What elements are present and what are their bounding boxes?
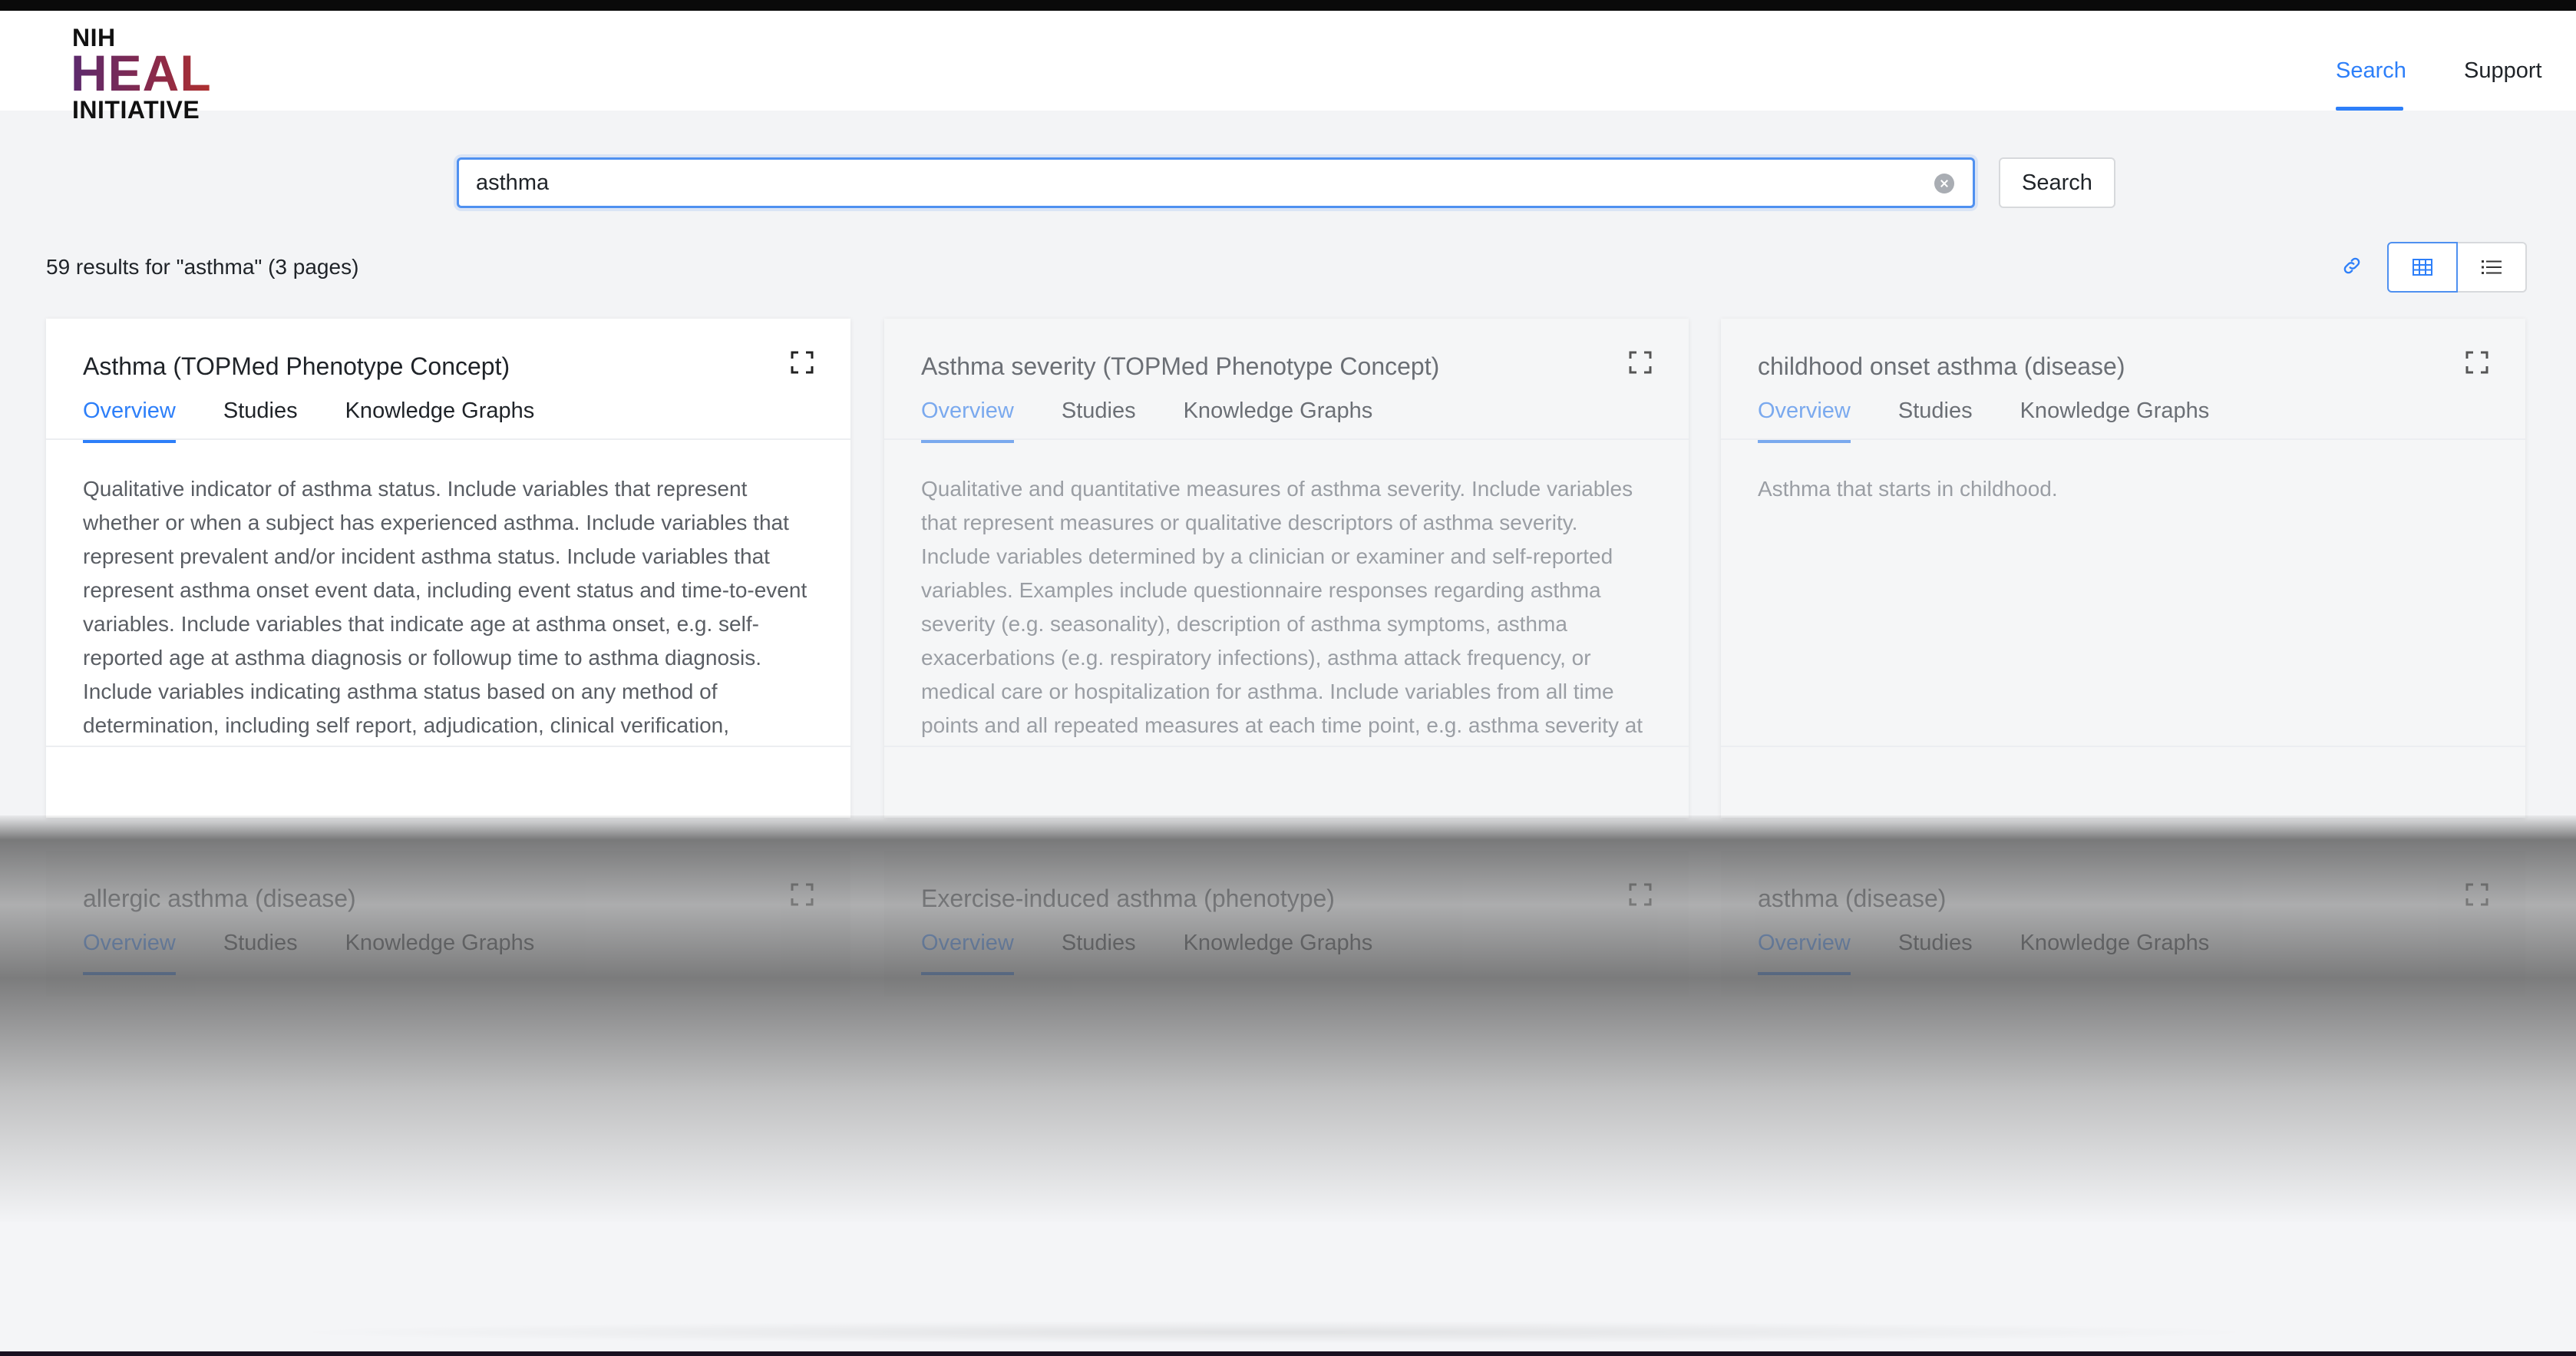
search-input[interactable]: [476, 167, 1919, 198]
results-summary: 59 results for "asthma" (3 pages): [46, 255, 359, 279]
divider: [46, 438, 850, 440]
card-title[interactable]: Asthma severity (TOPMed Phenotype Concep…: [921, 349, 1439, 383]
card-description: Asthma that starts in childhood.: [1758, 477, 2058, 501]
card-tabs: Overview Studies Knowledge Graphs: [83, 928, 535, 975]
list-view-button[interactable]: [2458, 242, 2527, 293]
top-edge-bar: [0, 0, 2576, 11]
result-card[interactable]: childhood onset asthma (disease) Overvie…: [1721, 319, 2525, 818]
list-icon: [2482, 260, 2502, 274]
tab-overview[interactable]: Overview: [83, 928, 176, 975]
divider: [884, 438, 1689, 440]
tab-studies[interactable]: Studies: [1898, 928, 1973, 966]
tab-studies[interactable]: Studies: [223, 928, 298, 966]
divider: [1721, 438, 2525, 440]
tab-overview[interactable]: Overview: [1758, 395, 1851, 443]
result-card[interactable]: Asthma (TOPMed Phenotype Concept) Overvi…: [46, 319, 850, 818]
expand-icon[interactable]: [2465, 883, 2488, 906]
divider: [1721, 746, 2525, 747]
tab-knowledge-graphs[interactable]: Knowledge Graphs: [2020, 395, 2210, 434]
divider: [46, 746, 850, 747]
tab-studies[interactable]: Studies: [1062, 395, 1136, 434]
tab-overview[interactable]: Overview: [921, 395, 1014, 443]
card-title[interactable]: Exercise-induced asthma (phenotype): [921, 881, 1335, 915]
nav-search-link[interactable]: Search: [2336, 55, 2406, 86]
tab-knowledge-graphs[interactable]: Knowledge Graphs: [345, 928, 535, 966]
tab-knowledge-graphs[interactable]: Knowledge Graphs: [1184, 928, 1373, 966]
tab-overview[interactable]: Overview: [921, 928, 1014, 975]
tab-knowledge-graphs[interactable]: Knowledge Graphs: [345, 395, 535, 434]
bottom-edge-bar: [0, 1351, 2576, 1356]
logo-line-2: HEAL: [71, 45, 212, 101]
grid-view-button[interactable]: [2387, 242, 2458, 293]
result-card[interactable]: allergic asthma (disease) Overview Studi…: [46, 851, 850, 997]
tab-knowledge-graphs[interactable]: Knowledge Graphs: [2020, 928, 2210, 966]
tab-knowledge-graphs[interactable]: Knowledge Graphs: [1184, 395, 1373, 434]
card-description: Qualitative indicator of asthma status. …: [83, 477, 807, 737]
card-tabs: Overview Studies Knowledge Graphs: [83, 395, 535, 443]
tab-overview[interactable]: Overview: [83, 395, 176, 443]
logo-line-3: INITIATIVE: [72, 96, 200, 124]
result-card[interactable]: Exercise-induced asthma (phenotype) Over…: [884, 851, 1689, 997]
tab-studies[interactable]: Studies: [223, 395, 298, 434]
card-tabs: Overview Studies Knowledge Graphs: [921, 928, 1373, 975]
nav-support-link[interactable]: Support: [2464, 55, 2542, 86]
card-title[interactable]: allergic asthma (disease): [83, 881, 356, 915]
card-description: Qualitative and quantitative measures of…: [921, 477, 1643, 737]
card-title[interactable]: Asthma (TOPMed Phenotype Concept): [83, 349, 510, 383]
expand-icon[interactable]: [1629, 351, 1652, 374]
result-card[interactable]: asthma (disease) Overview Studies Knowle…: [1721, 851, 2525, 997]
card-tabs: Overview Studies Knowledge Graphs: [1758, 928, 2210, 975]
clear-icon[interactable]: [1934, 174, 1954, 193]
tab-studies[interactable]: Studies: [1898, 395, 1973, 434]
card-tabs: Overview Studies Knowledge Graphs: [1758, 395, 2210, 443]
nih-heal-logo[interactable]: NIH HEAL INITIATIVE: [71, 25, 218, 124]
grid-icon: [2413, 259, 2432, 276]
expand-icon[interactable]: [791, 351, 814, 374]
search-button[interactable]: Search: [1999, 157, 2115, 208]
view-toggle: [2387, 242, 2527, 293]
expand-icon[interactable]: [1629, 883, 1652, 906]
tab-studies[interactable]: Studies: [1062, 928, 1136, 966]
card-tabs: Overview Studies Knowledge Graphs: [921, 395, 1373, 443]
result-card[interactable]: Asthma severity (TOPMed Phenotype Concep…: [884, 319, 1689, 818]
card-title[interactable]: asthma (disease): [1758, 881, 1946, 915]
link-icon[interactable]: [2341, 255, 2363, 276]
expand-icon[interactable]: [791, 883, 814, 906]
bottom-shadow: [276, 1321, 2272, 1344]
expand-icon[interactable]: [2465, 351, 2488, 374]
tab-overview[interactable]: Overview: [1758, 928, 1851, 975]
header: NIH HEAL INITIATIVE Search Support: [0, 11, 2576, 123]
card-title[interactable]: childhood onset asthma (disease): [1758, 349, 2125, 383]
nav-active-indicator: [2336, 107, 2403, 111]
search-field[interactable]: [457, 157, 1975, 208]
divider: [884, 746, 1689, 747]
